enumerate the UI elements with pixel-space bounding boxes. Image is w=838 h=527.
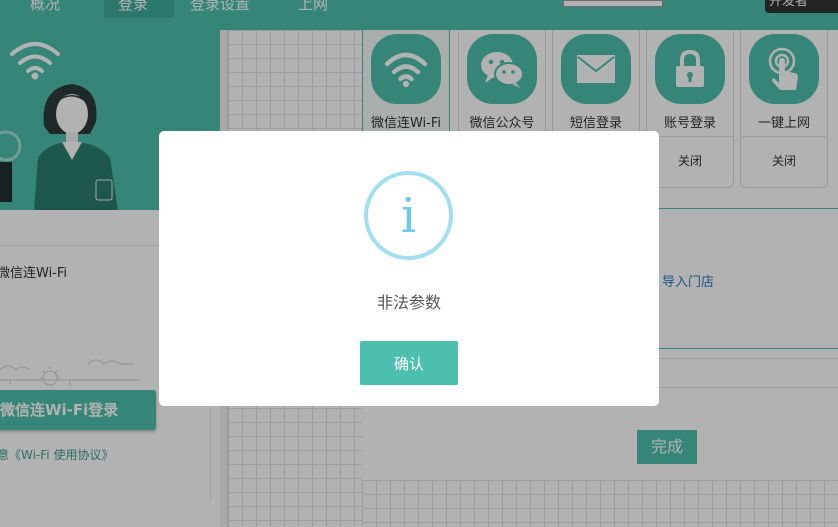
alert-dialog: i 非法参数 确认: [159, 131, 659, 406]
confirm-button[interactable]: 确认: [360, 341, 458, 385]
dialog-message: 非法参数: [376, 293, 441, 312]
info-icon: i: [364, 171, 453, 260]
